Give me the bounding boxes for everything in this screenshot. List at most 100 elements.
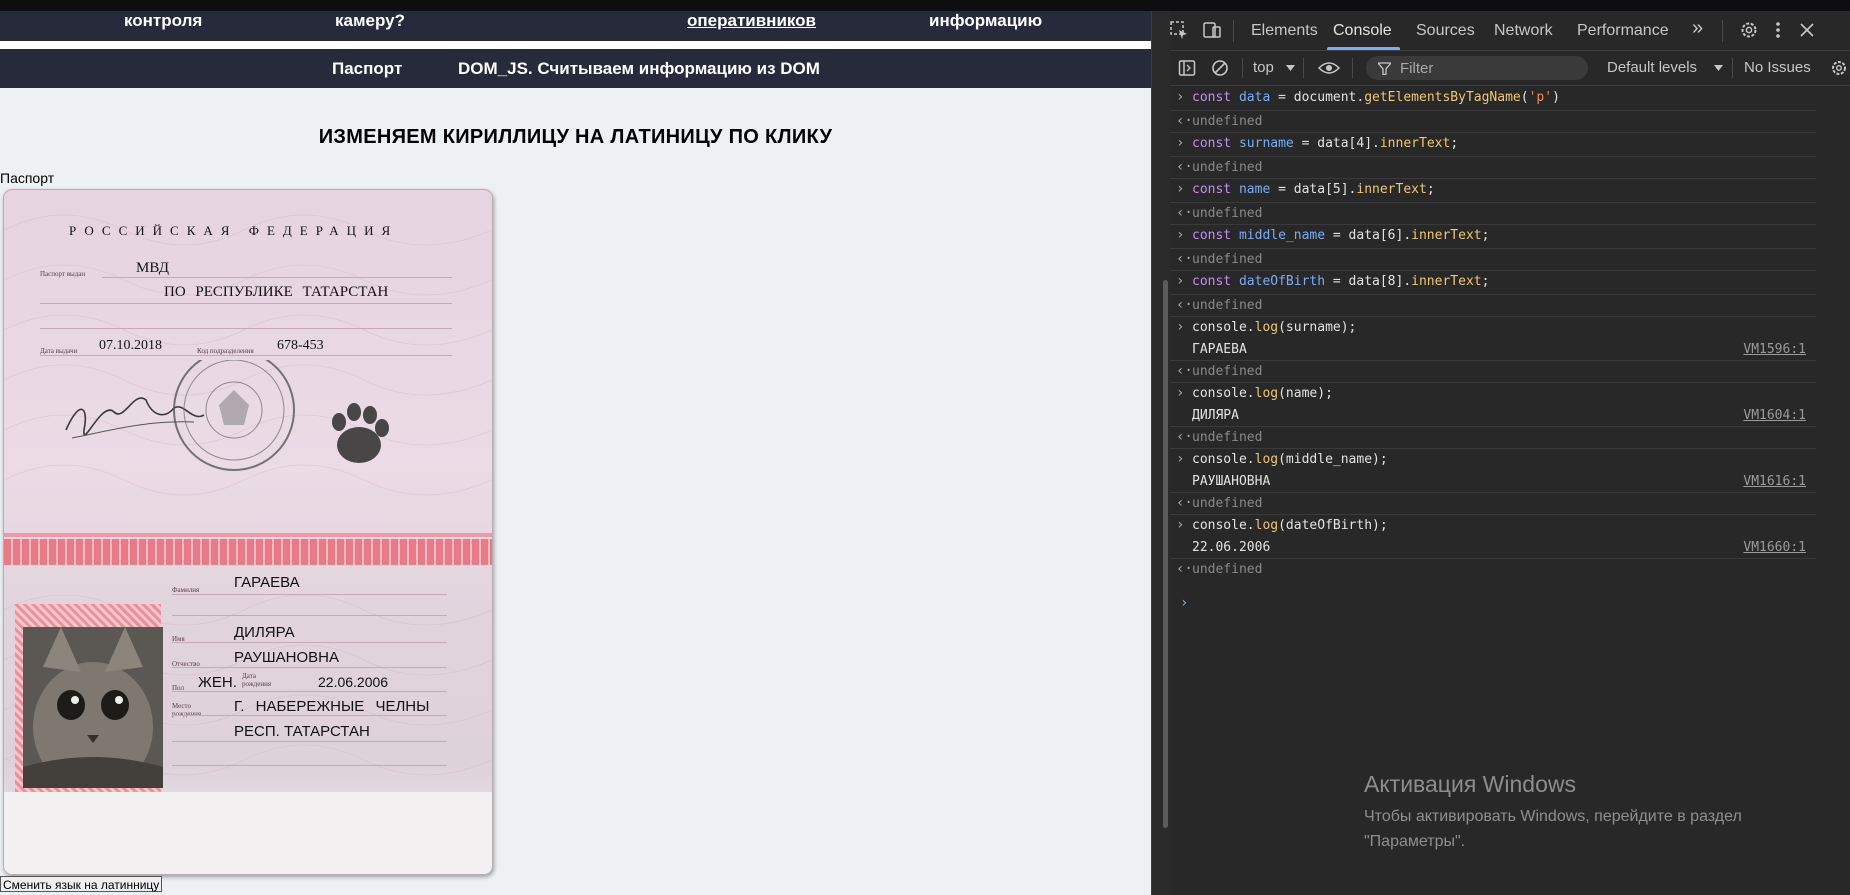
- console-input-line: › console.log(name);: [1176, 385, 1333, 401]
- filter-input[interactable]: Filter: [1366, 56, 1588, 80]
- console-prompt-icon[interactable]: ›: [1180, 595, 1188, 611]
- dob-label: Дата рождения: [242, 672, 272, 688]
- issue-date: 07.10.2018: [99, 338, 162, 353]
- passport-mrz-area: [4, 792, 492, 874]
- active-tab-indicator: [1327, 47, 1400, 50]
- console-result-line: ‹· undefined: [1169, 110, 1816, 133]
- devtools-panel: Elements Console Sources Network Perform…: [1151, 11, 1850, 895]
- input-chevron-icon: ›: [1176, 451, 1185, 467]
- department-code: 678-453: [277, 338, 324, 353]
- source-link[interactable]: VM1660:1: [1743, 540, 1806, 555]
- pob-line2: РЕСП. ТАТАРСТАН: [234, 723, 370, 740]
- inspect-element-icon[interactable]: [1169, 20, 1189, 40]
- levels-dropdown-icon[interactable]: [1714, 65, 1723, 71]
- result-arrow-icon: ‹·: [1176, 205, 1193, 221]
- console-log-output: 22.06.2006 VM1660:1: [1169, 536, 1816, 559]
- clear-console-icon[interactable]: [1211, 59, 1229, 77]
- result-arrow-icon: ‹·: [1176, 113, 1193, 129]
- console-input-line: › const data = document.getElementsByTag…: [1169, 86, 1816, 111]
- nav-link-passport[interactable]: Паспорт: [332, 59, 402, 79]
- tab-sources[interactable]: Sources: [1416, 22, 1475, 40]
- windows-activation-watermark: Активация Windows Чтобы активировать Win…: [1364, 771, 1742, 854]
- main-navigation: Паспорт DOM_JS. Считываем информацию из …: [0, 49, 1151, 88]
- close-devtools-icon[interactable]: [1798, 21, 1816, 39]
- live-expression-eye-icon[interactable]: [1318, 60, 1340, 76]
- filter-icon: [1378, 62, 1391, 75]
- log-levels-dropdown[interactable]: Default levels: [1607, 59, 1697, 76]
- console-result-line: ‹· undefined: [1169, 426, 1816, 449]
- switch-language-button[interactable]: Сменить язык на латинницу: [0, 876, 163, 892]
- issued-by-line2: ПО РЕСПУБЛИКЕ ТАТАРСТАН: [164, 284, 389, 300]
- console-result-line: ‹· undefined: [1169, 492, 1816, 515]
- result-arrow-icon: ‹·: [1176, 561, 1193, 577]
- passport-red-band: [4, 539, 492, 565]
- context-selector[interactable]: top: [1253, 59, 1274, 76]
- pob-line1: Г. НАБЕРЕЖНЫЕ ЧЕЛНЫ: [234, 698, 430, 715]
- console-input-line: › const name = data[5].innerText;: [1169, 178, 1816, 203]
- console-log-output: ГАРАЕВА VM1596:1: [1169, 338, 1816, 361]
- page-heading: ИЗМЕНЯЕМ КИРИЛЛИЦУ НА ЛАТИНИЦУ ПО КЛИКУ: [318, 126, 833, 148]
- result-arrow-icon: ‹·: [1176, 495, 1193, 511]
- console-input-line: › const middle_name = data[6].innerText;: [1169, 224, 1816, 249]
- console-result-line: ‹· undefined: [1169, 248, 1816, 271]
- dob-value: 22.06.2006: [318, 674, 389, 690]
- console-input-line: › console.log(surname);: [1176, 319, 1357, 335]
- console-toolbar: top Filter Default levels No Issues: [1169, 51, 1850, 86]
- source-link[interactable]: VM1596:1: [1743, 342, 1806, 357]
- console-result-line: ‹· undefined: [1169, 156, 1816, 179]
- top-navigation: контроля камеру? оперативников информаци…: [0, 11, 1151, 41]
- tab-performance[interactable]: Performance: [1577, 22, 1669, 40]
- console-settings-icon[interactable]: [1830, 59, 1848, 77]
- result-arrow-icon: ‹·: [1176, 297, 1193, 313]
- cat-photo: [23, 627, 163, 788]
- nav-link-kameru[interactable]: камеру?: [335, 11, 405, 31]
- filter-placeholder: Filter: [1400, 60, 1434, 77]
- console-result-line: ‹· undefined: [1169, 202, 1816, 225]
- input-chevron-icon: ›: [1176, 273, 1185, 289]
- activation-title: Активация Windows: [1364, 771, 1576, 797]
- input-chevron-icon: ›: [1176, 517, 1185, 533]
- input-chevron-icon: ›: [1176, 181, 1185, 197]
- passport-country: РОССИЙСКАЯ ФЕДЕРАЦИЯ: [69, 223, 399, 238]
- settings-gear-icon[interactable]: [1739, 20, 1759, 40]
- result-arrow-icon: ‹·: [1176, 363, 1193, 379]
- result-arrow-icon: ‹·: [1176, 429, 1193, 445]
- result-arrow-icon: ‹·: [1176, 251, 1193, 267]
- result-arrow-icon: ‹·: [1176, 159, 1193, 175]
- page-scrollbar[interactable]: [1163, 280, 1168, 828]
- devtools-tab-bar: Elements Console Sources Network Perform…: [1169, 11, 1850, 51]
- tab-console[interactable]: Console: [1333, 22, 1392, 40]
- tab-elements[interactable]: Elements: [1251, 22, 1318, 40]
- console-result-line: ‹· undefined: [1169, 294, 1816, 317]
- more-options-icon[interactable]: [1772, 20, 1784, 40]
- console-result-line: ‹· undefined: [1169, 360, 1816, 383]
- input-chevron-icon: ›: [1176, 135, 1185, 151]
- tab-network[interactable]: Network: [1494, 22, 1553, 40]
- nav-link-dom-js[interactable]: DOM_JS. Считываем информацию из DOM: [458, 59, 820, 79]
- nav-link-operativnikov[interactable]: оперативников: [687, 11, 816, 31]
- patronymic-value: РАУШАНОВНА: [234, 649, 339, 666]
- surname-value: ГАРАЕВА: [234, 574, 300, 591]
- issued-by-label: Паспорт выдан: [40, 270, 86, 278]
- input-chevron-icon: ›: [1176, 319, 1185, 335]
- console-input-line: › const dateOfBirth = data[8].innerText;: [1169, 270, 1816, 295]
- activation-line2: "Параметры".: [1364, 833, 1466, 850]
- issues-counter[interactable]: No Issues: [1744, 59, 1811, 76]
- input-chevron-icon: ›: [1176, 385, 1185, 401]
- passport-image: РОССИЙСКАЯ ФЕДЕРАЦИЯ Паспорт выдан МВД П…: [3, 189, 493, 875]
- source-link[interactable]: VM1616:1: [1743, 474, 1806, 489]
- console-log-output: РАУШАНОВНА VM1616:1: [1169, 470, 1816, 493]
- nav-link-informaciyu[interactable]: информацию: [929, 11, 1042, 31]
- input-chevron-icon: ›: [1176, 227, 1185, 243]
- context-dropdown-icon[interactable]: [1286, 65, 1295, 71]
- more-tabs-icon[interactable]: »: [1692, 17, 1703, 40]
- source-link[interactable]: VM1604:1: [1743, 408, 1806, 423]
- sidebar-toggle-icon[interactable]: [1178, 59, 1196, 77]
- input-chevron-icon: ›: [1176, 89, 1185, 105]
- top-strip: [0, 0, 1850, 11]
- name-value: ДИЛЯРА: [234, 624, 295, 641]
- code-label: Код подразделения: [197, 347, 254, 355]
- nav-link-kontrol[interactable]: контроля: [124, 11, 202, 31]
- device-toolbar-icon[interactable]: [1202, 20, 1222, 40]
- surname-label: Фамилия: [172, 586, 200, 594]
